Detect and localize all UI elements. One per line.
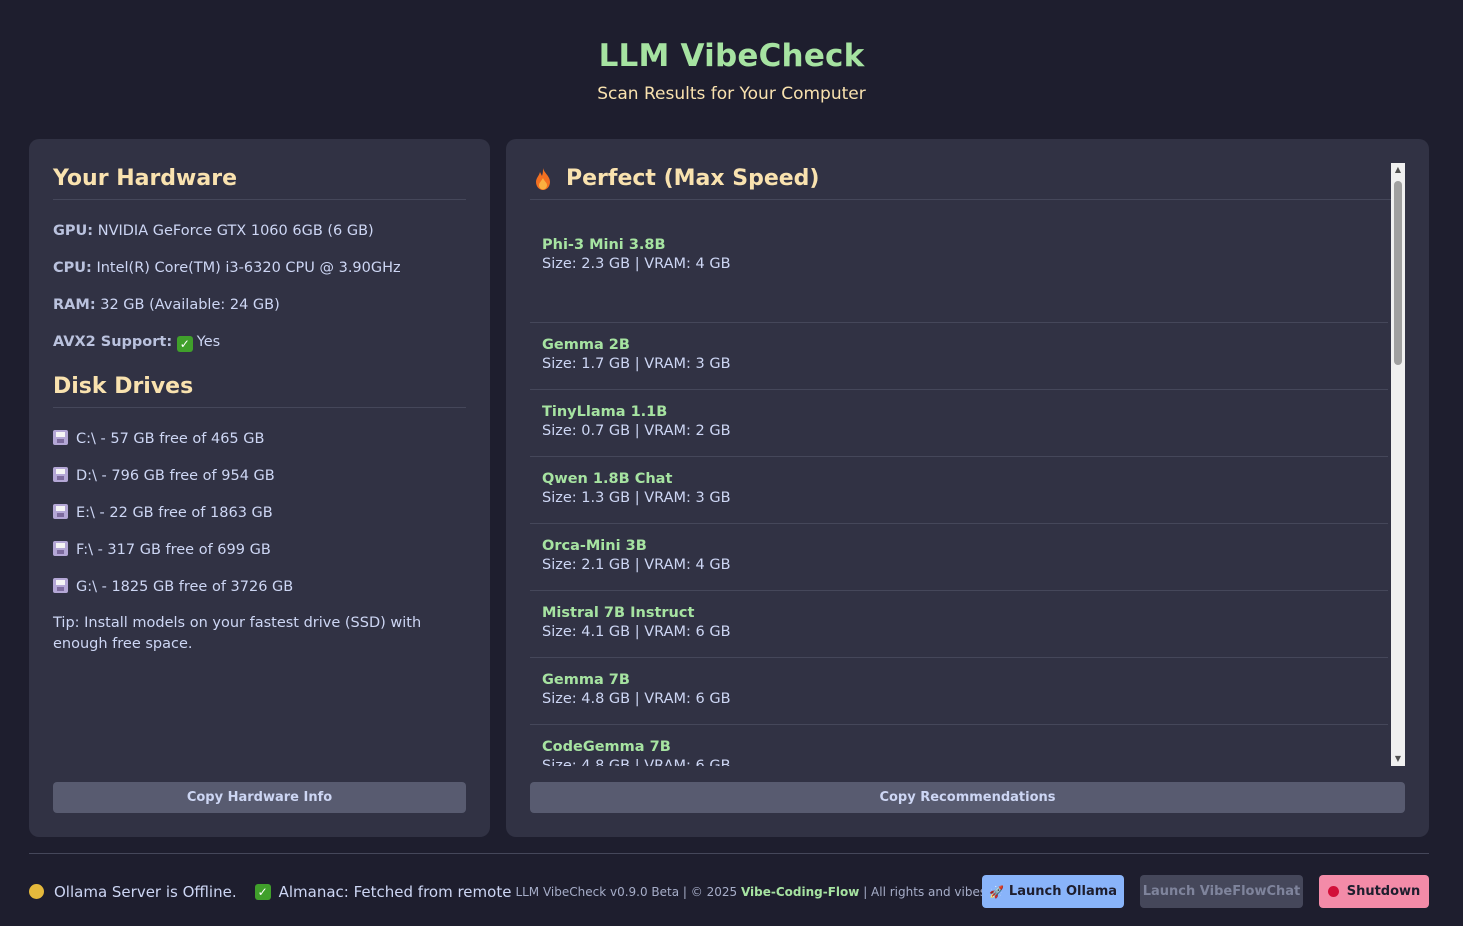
launch-ollama-button[interactable]: 🚀 Launch Ollama <box>982 875 1124 908</box>
ram-label: RAM: <box>53 297 96 313</box>
ram-row: RAM: 32 GB (Available: 24 GB) <box>53 294 466 331</box>
cpu-label: CPU: <box>53 260 92 276</box>
red-circle-icon <box>1327 886 1339 897</box>
recommendations-header: Perfect (Max Speed) <box>530 166 1405 200</box>
cpu-value: Intel(R) Core(TM) i3-6320 CPU @ 3.90GHz <box>96 260 401 276</box>
copyright: LLM VibeCheck v0.9.0 Beta | © 2025 Vibe-… <box>515 885 1046 899</box>
gpu-label: GPU: <box>53 223 94 239</box>
recommendations-list: Phi-3 Mini 3.8B Size: 2.3 GB | VRAM: 4 G… <box>530 237 1388 766</box>
model-name: Phi-3 Mini 3.8B <box>542 237 666 253</box>
disk-item-text: C:\ - 57 GB free of 465 GB <box>76 431 265 447</box>
disk-item: C:\ - 57 GB free of 465 GB <box>53 428 466 465</box>
list-item: TinyLlama 1.1B Size: 0.7 GB | VRAM: 2 GB <box>530 390 1388 457</box>
model-meta: Size: 2.3 GB | VRAM: 4 GB <box>542 256 731 272</box>
scrollbar-thumb[interactable] <box>1394 181 1402 365</box>
list-item: Gemma 7B Size: 4.8 GB | VRAM: 6 GB <box>530 658 1388 725</box>
model-name: CodeGemma 7B <box>542 739 671 755</box>
copy-hardware-button[interactable]: Copy Hardware Info <box>53 782 466 813</box>
model-meta: Size: 1.7 GB | VRAM: 3 GB <box>542 356 731 372</box>
almanac-status: ✓ Almanac: Fetched from remote <box>254 882 512 901</box>
hardware-panel: Your Hardware GPU: NVIDIA GeForce GTX 10… <box>29 139 490 837</box>
floppy-disk-icon <box>53 430 68 445</box>
status-dot-icon <box>29 884 44 899</box>
app-title: LLM VibeCheck <box>598 38 865 74</box>
hardware-list: GPU: NVIDIA GeForce GTX 1060 6GB (6 GB) … <box>53 220 466 368</box>
disk-item: G:\ - 1825 GB free of 3726 GB <box>53 576 466 613</box>
footer-divider <box>29 853 1429 854</box>
disk-item-text: F:\ - 317 GB free of 699 GB <box>76 542 271 558</box>
model-name: Gemma 7B <box>542 672 630 688</box>
disk-item: E:\ - 22 GB free of 1863 GB <box>53 502 466 539</box>
floppy-disk-icon <box>53 504 68 519</box>
almanac-status-text: Almanac: Fetched from remote <box>278 882 512 901</box>
rocket-icon: 🚀 <box>988 884 1004 899</box>
disk-drives-title: Disk Drives <box>53 374 466 408</box>
check-icon: ✓ <box>254 883 271 900</box>
avx2-value: Yes <box>196 334 221 350</box>
fire-icon <box>536 167 550 190</box>
list-item: Phi-3 Mini 3.8B Size: 2.3 GB | VRAM: 4 G… <box>530 237 1388 323</box>
model-name: TinyLlama 1.1B <box>542 404 668 420</box>
floppy-disk-icon <box>53 467 68 482</box>
launch-ollama-label: Launch Ollama <box>1008 884 1118 899</box>
recommendations-scroll-area[interactable]: Phi-3 Mini 3.8B Size: 2.3 GB | VRAM: 4 G… <box>530 204 1405 766</box>
disk-item-text: D:\ - 796 GB free of 954 GB <box>76 468 275 484</box>
model-name: Mistral 7B Instruct <box>542 605 695 621</box>
copyright-prefix: LLM VibeCheck v0.9.0 Beta | © 2025 <box>515 884 738 899</box>
app-subtitle: Scan Results for Your Computer <box>597 84 866 104</box>
model-meta: Size: 4.1 GB | VRAM: 6 GB <box>542 624 731 640</box>
shutdown-button[interactable]: Shutdown <box>1319 875 1429 908</box>
ollama-status: Ollama Server is Offline. <box>29 883 237 901</box>
disk-item: F:\ - 317 GB free of 699 GB <box>53 539 466 576</box>
model-meta: Size: 2.1 GB | VRAM: 4 GB <box>542 557 731 573</box>
gpu-value: NVIDIA GeForce GTX 1060 6GB (6 GB) <box>97 223 374 239</box>
list-item: CodeGemma 7B Size: 4.8 GB | VRAM: 6 GB <box>530 725 1388 766</box>
model-name: Qwen 1.8B Chat <box>542 471 673 487</box>
footer: Ollama Server is Offline. ✓ Almanac: Fet… <box>29 875 1429 908</box>
model-meta: Size: 1.3 GB | VRAM: 3 GB <box>542 490 731 506</box>
recommendations-title: Perfect (Max Speed) <box>566 166 820 191</box>
ram-value: 32 GB (Available: 24 GB) <box>100 297 280 313</box>
install-tip: Tip: Install models on your fastest driv… <box>53 615 422 652</box>
check-icon: ✓ <box>176 336 193 352</box>
avx2-row: AVX2 Support: ✓ Yes <box>53 331 466 368</box>
model-meta: Size: 4.8 GB | VRAM: 6 GB <box>542 758 731 766</box>
floppy-disk-icon <box>53 578 68 593</box>
recommendations-panel: Perfect (Max Speed) Phi-3 Mini 3.8B Size… <box>506 139 1429 837</box>
model-meta: Size: 0.7 GB | VRAM: 2 GB <box>542 423 731 439</box>
disk-list: C:\ - 57 GB free of 465 GB D:\ - 796 GB … <box>53 428 466 613</box>
copyright-brand-link[interactable]: Vibe-Coding-Flow <box>741 885 859 899</box>
gpu-row: GPU: NVIDIA GeForce GTX 1060 6GB (6 GB) <box>53 220 466 257</box>
disk-item-text: E:\ - 22 GB free of 1863 GB <box>76 505 273 521</box>
cpu-row: CPU: Intel(R) Core(TM) i3-6320 CPU @ 3.9… <box>53 257 466 294</box>
list-item: Mistral 7B Instruct Size: 4.1 GB | VRAM:… <box>530 591 1388 658</box>
model-name: Gemma 2B <box>542 337 630 353</box>
hardware-title: Your Hardware <box>53 166 466 200</box>
list-item: Qwen 1.8B Chat Size: 1.3 GB | VRAM: 3 GB <box>530 457 1388 524</box>
model-name: Orca-Mini 3B <box>542 538 647 554</box>
model-meta: Size: 4.8 GB | VRAM: 6 GB <box>542 691 731 707</box>
scroll-up-arrow-icon[interactable]: ▲ <box>1391 163 1405 177</box>
disk-item-text: G:\ - 1825 GB free of 3726 GB <box>76 579 294 595</box>
list-item: Orca-Mini 3B Size: 2.1 GB | VRAM: 4 GB <box>530 524 1388 591</box>
copy-recommendations-button[interactable]: Copy Recommendations <box>530 782 1405 813</box>
disk-item: D:\ - 796 GB free of 954 GB <box>53 465 466 502</box>
ollama-status-text: Ollama Server is Offline. <box>54 882 237 901</box>
avx2-label: AVX2 Support: <box>53 334 173 350</box>
list-item: Gemma 2B Size: 1.7 GB | VRAM: 3 GB <box>530 323 1388 390</box>
floppy-disk-icon <box>53 541 68 556</box>
shutdown-label: Shutdown <box>1346 884 1421 899</box>
scroll-down-arrow-icon[interactable]: ▼ <box>1391 752 1405 766</box>
launch-vibeflowchat-button[interactable]: Launch VibeFlowChat <box>1140 875 1303 908</box>
scrollbar[interactable]: ▲ ▼ <box>1391 163 1405 766</box>
app-header: LLM VibeCheck Scan Results for Your Comp… <box>0 38 1463 104</box>
